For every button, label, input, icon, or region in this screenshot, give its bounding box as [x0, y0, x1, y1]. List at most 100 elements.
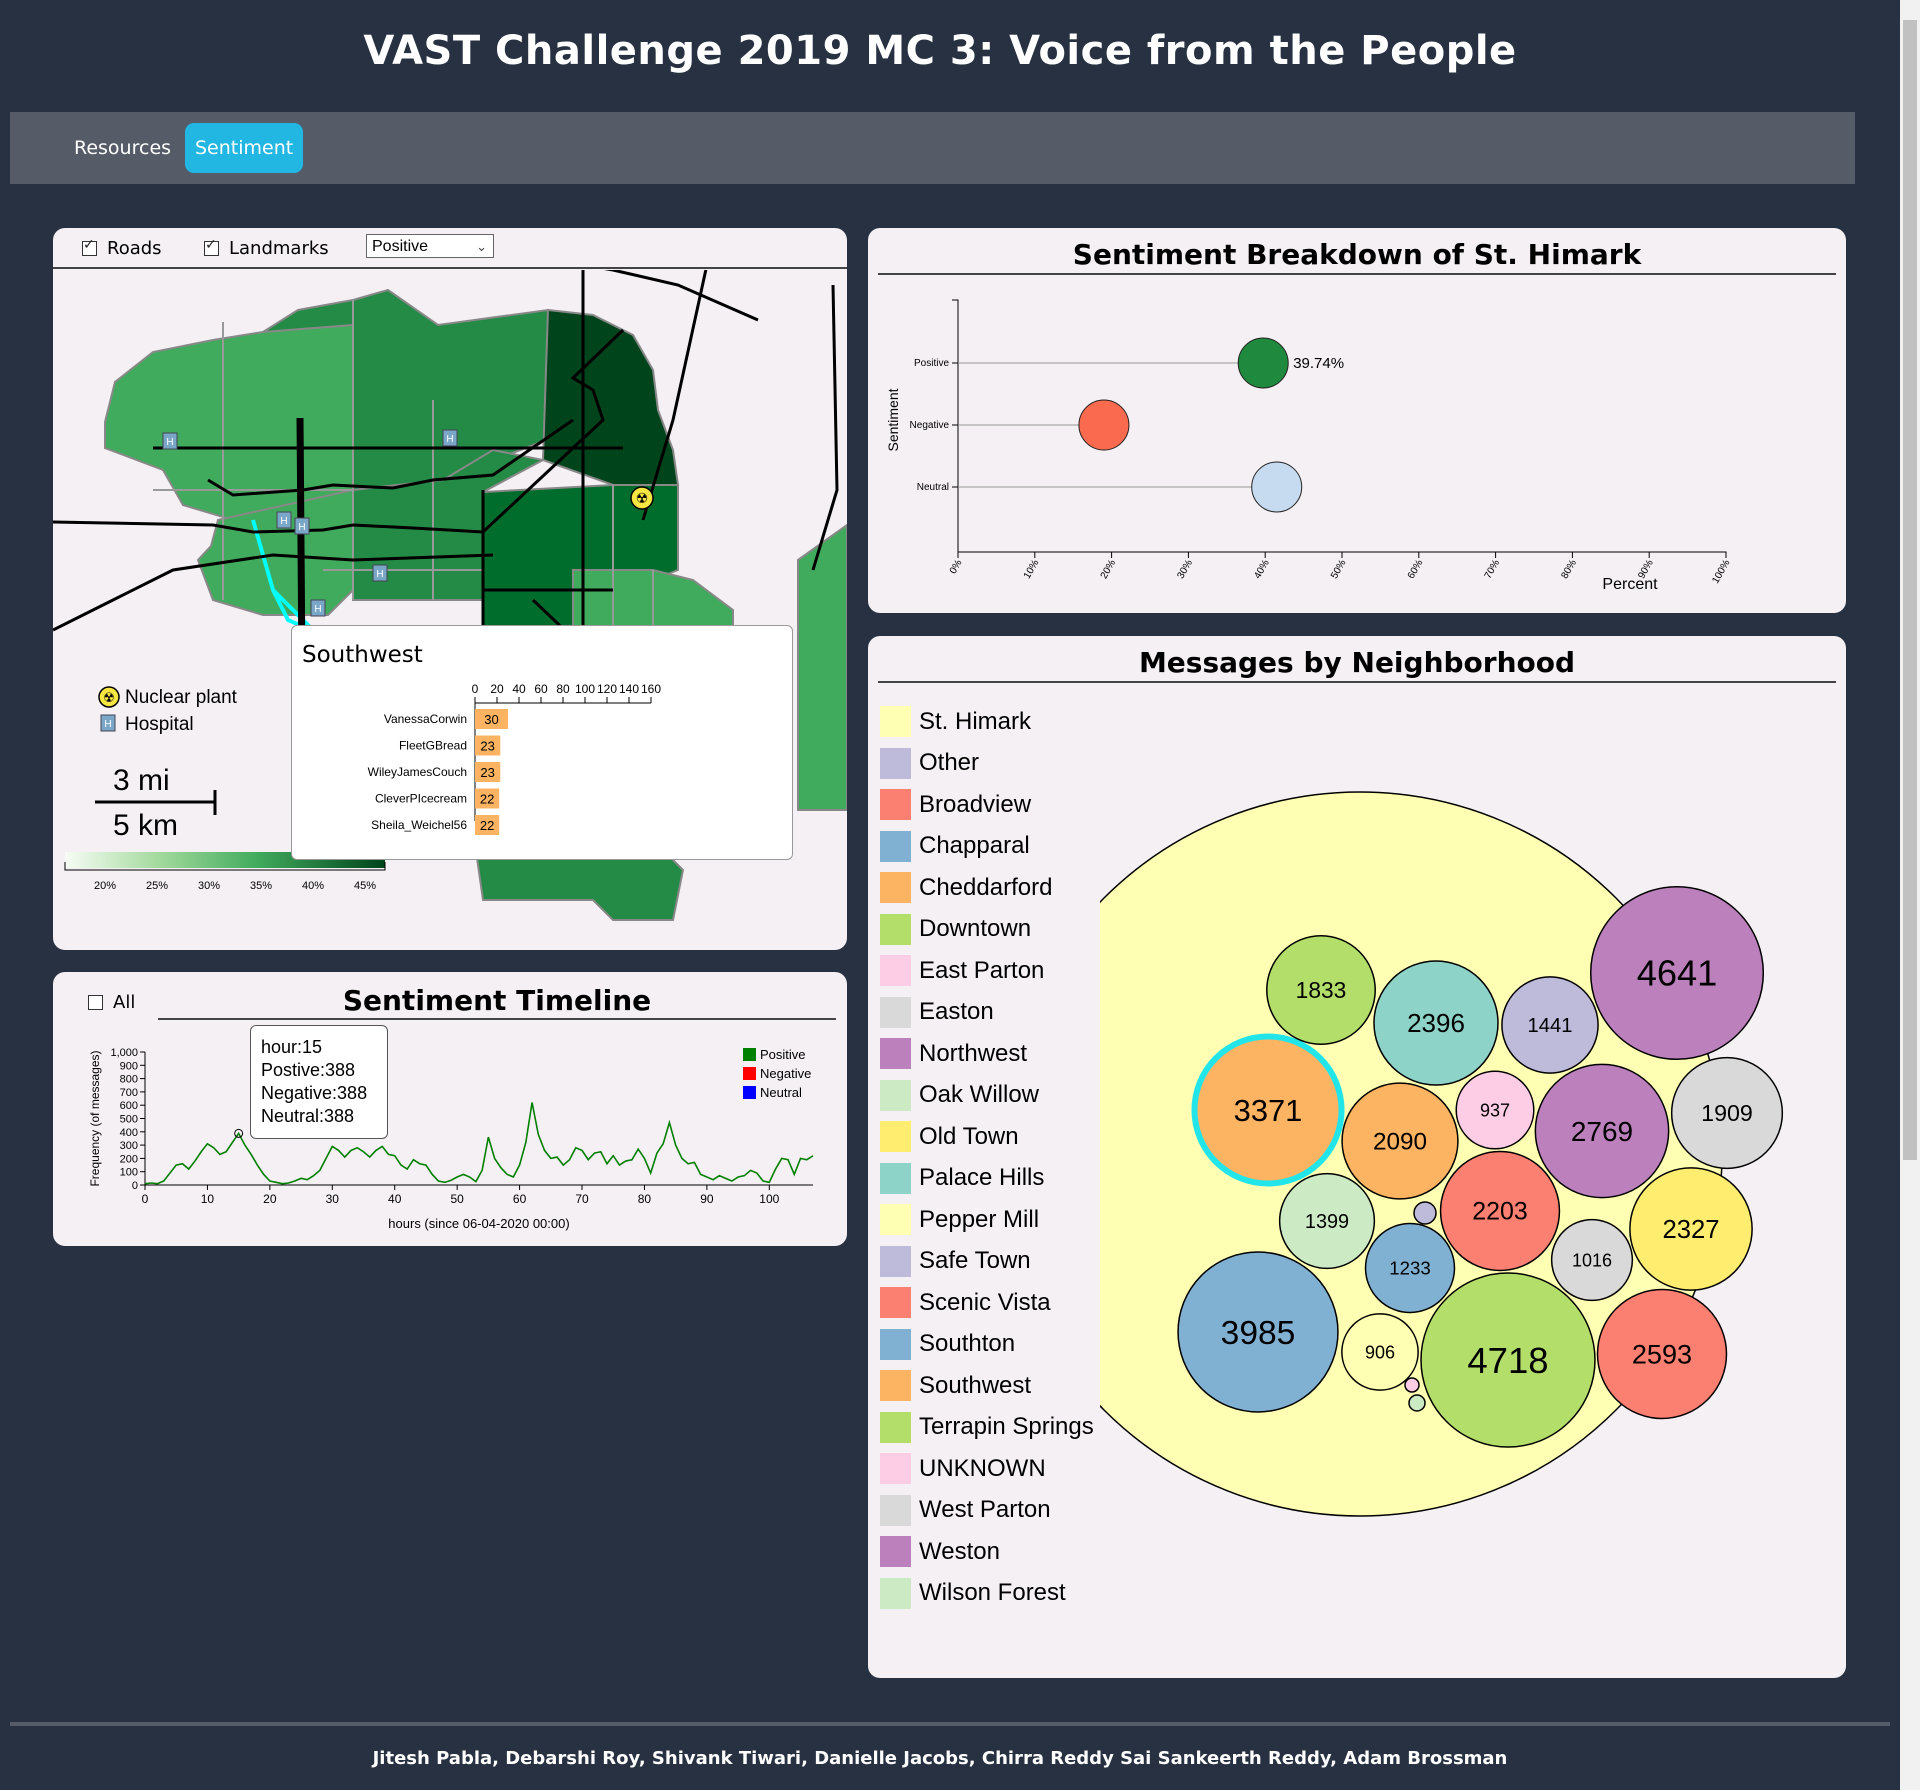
y-tick-label: 1,000: [110, 1047, 138, 1059]
legend-item-oak-willow[interactable]: Oak Willow: [880, 1079, 1039, 1111]
sentiment-chart: 0% 10% 20% 30% 40% 50% 60% 70% 80% 90% 100%Percent…: [885, 299, 1733, 593]
legend-swatch: [880, 1038, 911, 1069]
bubble-value: 937: [1480, 1100, 1510, 1120]
sentiment-select[interactable]: Positive ⌄: [366, 234, 494, 258]
hospital-icon[interactable]: H: [372, 564, 388, 582]
timeline-chart: 01002003004005006007008009001,0000 10 20 30…: [88, 1047, 814, 1231]
sentiment-select-value: Positive: [372, 238, 429, 255]
legend-label: Positive: [760, 1047, 806, 1062]
roads-checkbox[interactable]: [82, 237, 97, 256]
ramp-tick: 45%: [354, 880, 376, 892]
tooltip-bar-label: WileyJamesCouch: [368, 765, 467, 779]
legend-item-old-town[interactable]: Old Town: [880, 1121, 1019, 1152]
all-checkbox[interactable]: [88, 995, 103, 1010]
roads-toggle[interactable]: Roads: [82, 237, 162, 259]
tooltip-bar-value: 30: [484, 712, 498, 727]
svg-text:H: H: [314, 604, 321, 615]
x-tick-label: 80: [638, 1192, 652, 1206]
legend-label: Pepper Mill: [919, 1205, 1040, 1233]
legend-item-weston[interactable]: Weston: [880, 1536, 1000, 1567]
x-tick-label: 30%: [1175, 558, 1195, 581]
legend-item-terrapin-springs[interactable]: Terrapin Springs: [880, 1411, 1094, 1443]
x-tick-label: 30: [326, 1192, 340, 1206]
footer-authors: Jitesh Pabla, Debarshi Roy, Shivank Tiwa…: [372, 1748, 1508, 1769]
hospital-icon[interactable]: H: [310, 599, 326, 617]
x-tick-label: 90: [700, 1192, 714, 1206]
tooltip-positive: Postive:388: [261, 1060, 356, 1080]
bubble-small[interactable]: [1413, 1201, 1437, 1225]
bubble-small[interactable]: [1408, 1394, 1426, 1412]
legend-hospital-label: Hospital: [125, 714, 194, 735]
all-label: All: [113, 992, 136, 1013]
y-tick-label: 700: [120, 1087, 138, 1099]
legend-label: Southwest: [919, 1371, 1032, 1399]
tooltip-axis-label: 160: [641, 682, 661, 696]
legend-item-southton[interactable]: Southton: [880, 1328, 1015, 1360]
legend-swatch: [880, 913, 911, 945]
landmarks-toggle[interactable]: Landmarks: [204, 237, 329, 259]
legend-item-downtown[interactable]: Downtown: [880, 913, 1031, 945]
tooltip-axis-label: 140: [619, 682, 639, 696]
legend-nuclear-icon: ☢: [98, 686, 120, 708]
legend-item-wilson-forest[interactable]: Wilson Forest: [880, 1577, 1066, 1609]
tooltip-axis-label: 20: [490, 682, 504, 696]
tooltip-neutral: Neutral:388: [261, 1106, 355, 1126]
legend-swatch: [880, 706, 911, 737]
landmarks-label: Landmarks: [229, 238, 329, 259]
legend-item-chapparal[interactable]: Chapparal: [880, 830, 1030, 862]
timeline-all-toggle[interactable]: All: [88, 992, 135, 1013]
lollipop-dot-neutral[interactable]: [1251, 461, 1303, 513]
legend-item-other[interactable]: Other: [880, 747, 979, 779]
landmarks-checkbox[interactable]: [204, 237, 219, 256]
scrollbar-thumb[interactable]: [1903, 20, 1917, 1160]
legend-swatch: [880, 1536, 911, 1567]
legend-item-southwest[interactable]: Southwest: [880, 1370, 1031, 1401]
x-tick-label: 0: [142, 1192, 149, 1206]
tooltip-bar-value: 22: [480, 818, 494, 833]
bubble-chart: 4718 4641 3985 3371 2769 2593 2396 2327 2203 2090…: [1100, 791, 1784, 1517]
legend-label: Scenic Vista: [919, 1288, 1051, 1316]
lollipop-dot-positive[interactable]: [1237, 337, 1289, 389]
legend-item-easton[interactable]: Easton: [880, 996, 994, 1028]
bubble-small[interactable]: [1404, 1377, 1420, 1393]
legend-item-safe-town[interactable]: Safe Town: [880, 1245, 1031, 1277]
y-tick-label: 500: [120, 1114, 138, 1126]
legend-item-east-parton[interactable]: East Parton: [880, 955, 1044, 986]
hospital-icon[interactable]: H: [294, 517, 310, 535]
neighborhood-title: Messages by Neighborhood: [1138, 646, 1576, 679]
legend-item-st-himark[interactable]: St. Himark: [880, 706, 1031, 737]
legend-item-scenic-vista[interactable]: Scenic Vista: [880, 1287, 1051, 1318]
legend-item-broadview[interactable]: Broadview: [880, 789, 1031, 820]
x-tick-label: 20: [263, 1192, 277, 1206]
hospital-icon[interactable]: H: [162, 432, 178, 450]
legend-item-unknown[interactable]: UNKNOWN: [880, 1453, 1046, 1484]
tooltip-bar-label: VanessaCorwin: [384, 712, 467, 726]
legend-label: Terrapin Springs: [919, 1413, 1094, 1440]
legend-item-pepper-mill[interactable]: Pepper Mill: [880, 1204, 1039, 1235]
legend-item-cheddarford[interactable]: Cheddarford: [880, 872, 1052, 903]
tooltip-title: Southwest: [302, 642, 423, 668]
x-tick-label: 60%: [1406, 558, 1426, 581]
legend-item-west-parton[interactable]: West Parton: [880, 1494, 1051, 1526]
tab-sentiment[interactable]: Sentiment: [185, 123, 304, 173]
bubble-value: 906: [1365, 1342, 1395, 1362]
legend-swatch: [880, 1287, 911, 1318]
hospital-icon[interactable]: H: [276, 511, 292, 529]
timeline-axes: [144, 1052, 813, 1186]
tab-resources[interactable]: Resources: [64, 123, 181, 173]
ramp-tick: 40%: [302, 880, 324, 892]
series-line-positive[interactable]: [144, 1102, 814, 1185]
svg-text:H: H: [166, 437, 173, 448]
y-tick-label: 900: [120, 1060, 138, 1072]
legend-label: Wilson Forest: [919, 1579, 1066, 1606]
bubble-value: 4641: [1637, 953, 1718, 994]
legend-item-palace-hills[interactable]: Palace Hills: [880, 1162, 1044, 1194]
hospital-icon[interactable]: H: [442, 429, 458, 447]
map-region-far-east[interactable]: [797, 523, 847, 811]
legend-swatch: [880, 1245, 911, 1277]
lollipop-dot-negative[interactable]: [1078, 399, 1130, 451]
legend-label: Weston: [919, 1537, 1000, 1565]
legend-item-northwest[interactable]: Northwest: [880, 1038, 1027, 1069]
y-tick-label: Negative: [910, 420, 950, 431]
nuclear-plant-icon[interactable]: ☢: [630, 486, 654, 510]
